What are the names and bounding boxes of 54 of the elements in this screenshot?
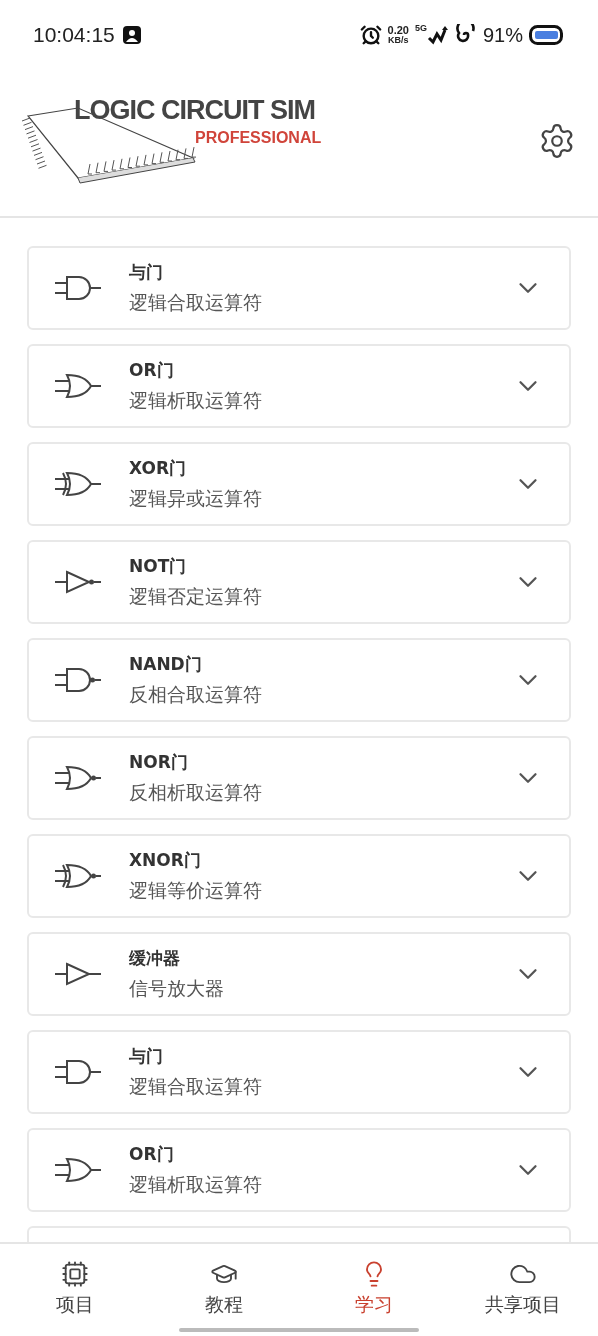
logic-gate-icon — [53, 665, 103, 695]
gate-description: 逻辑合取运算符 — [129, 1073, 263, 1099]
gate-description: 逻辑异或运算符 — [129, 485, 263, 511]
gate-description: 信号放大器 — [129, 975, 225, 1001]
gate-description: 逻辑等价运算符 — [129, 877, 263, 903]
gate-card[interactable]: XNOR门 逻辑等价运算符 — [27, 834, 571, 918]
battery-icon — [529, 25, 565, 45]
gate-card[interactable]: XOR门 逻辑异或运算符 — [27, 442, 571, 526]
nav-tab[interactable]: 共享项目 — [448, 1244, 598, 1328]
battery-percent: 91% — [482, 23, 523, 48]
gate-name: 与门 — [129, 1045, 164, 1068]
logic-gate-icon — [53, 469, 103, 499]
network-speed: 0.20 — [387, 25, 409, 36]
gate-card[interactable]: 缓冲器 信号放大器 — [27, 932, 571, 1016]
logic-gate-icon — [53, 371, 103, 401]
logic-gate-icon — [53, 861, 103, 891]
alarm-icon — [359, 24, 382, 46]
gate-name: NOT门 — [129, 555, 188, 578]
logo-title: LOGIC CIRCUIT SIM — [74, 94, 315, 127]
gate-card[interactable]: 与门 逻辑合取运算符 — [27, 246, 571, 330]
gate-name: 缓冲器 — [129, 947, 181, 970]
gate-card[interactable]: OR门 逻辑析取运算符 — [27, 1128, 571, 1212]
gate-name: XNOR门 — [129, 849, 202, 872]
gate-name: OR门 — [129, 1143, 175, 1166]
network-speed-unit: KB/s — [388, 36, 409, 45]
logic-gate-icon — [53, 1057, 103, 1087]
gate-name: OR门 — [129, 359, 175, 382]
chip-icon — [60, 1260, 89, 1288]
gate-name: NOR门 — [129, 751, 189, 774]
gate-description: 逻辑合取运算符 — [129, 289, 263, 315]
gate-description: 逻辑析取运算符 — [129, 1171, 263, 1197]
signal-icon — [426, 24, 449, 46]
clock-time: 10:04:15 — [33, 22, 115, 49]
logic-gate-icon — [53, 763, 103, 793]
gate-description: 反相析取运算符 — [129, 779, 263, 805]
gate-name: 与门 — [129, 261, 164, 284]
profile-icon — [122, 26, 141, 44]
gate-card[interactable]: NOT门 逻辑否定运算符 — [27, 540, 571, 624]
gate-name: XOR门 — [129, 457, 188, 480]
nav-tab[interactable]: 项目 — [0, 1244, 150, 1328]
gate-description: 逻辑析取运算符 — [129, 387, 263, 413]
gate-card[interactable]: OR门 逻辑析取运算符 — [27, 344, 571, 428]
network-type: 5G — [414, 24, 427, 33]
logic-gate-icon — [53, 1155, 103, 1185]
logo-subtitle: PROFESSIONAL — [195, 128, 322, 148]
gate-name: NAND门 — [129, 653, 203, 676]
gate-card[interactable]: NOR门 反相析取运算符 — [27, 736, 571, 820]
gate-card[interactable]: 与门 逻辑合取运算符 — [27, 1030, 571, 1114]
gate-description: 逻辑否定运算符 — [129, 583, 263, 609]
nav-tab[interactable]: 学习 — [299, 1244, 449, 1328]
nav-tab[interactable]: 教程 — [149, 1244, 299, 1328]
gate-card[interactable]: NAND门 反相合取运算符 — [27, 638, 571, 722]
gate-description: 反相合取运算符 — [129, 681, 263, 707]
logic-gate-icon — [53, 273, 103, 303]
